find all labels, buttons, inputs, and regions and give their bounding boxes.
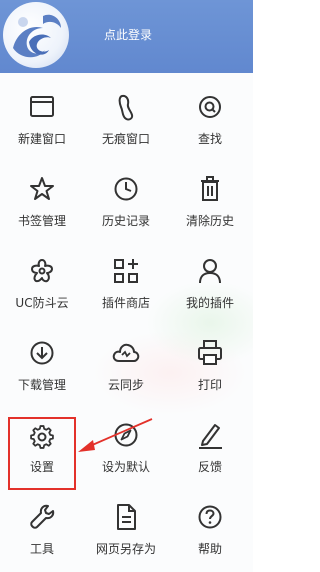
menu-item-label: 我的插件 — [185, 296, 234, 310]
menu-item-help[interactable]: 帮助 — [170, 487, 250, 567]
menu-item-label: 反馈 — [197, 460, 222, 474]
clock-icon — [110, 173, 142, 205]
uc-logo-icon — [13, 14, 61, 58]
window-icon — [26, 91, 58, 123]
browser-menu: 新建窗口 无痕窗口 查找 书签管理 历史记录 清除历史 UC防斗云 插件商店 我… — [0, 73, 253, 572]
menu-item-print[interactable]: 打印 — [170, 323, 250, 403]
search-icon — [194, 91, 226, 123]
menu-item-label: 设为默认 — [101, 460, 150, 474]
menu-item-label: 历史记录 — [101, 214, 150, 228]
avatar[interactable] — [3, 2, 69, 68]
menu-item-incognito-window[interactable]: 无痕窗口 — [86, 77, 166, 157]
menu-item-label: 云同步 — [107, 378, 144, 392]
menu-item-new-window[interactable]: 新建窗口 — [2, 77, 82, 157]
menu-item-history[interactable]: 历史记录 — [86, 159, 166, 239]
menu-item-label: 网页另存为 — [95, 542, 156, 556]
menu-item-set-default[interactable]: 设为默认 — [86, 405, 166, 485]
menu-item-clear-history[interactable]: 清除历史 — [170, 159, 250, 239]
menu-item-label: UC防斗云 — [15, 296, 69, 310]
user-icon — [194, 255, 226, 287]
grid-plus-icon — [110, 255, 142, 287]
menu-item-label: 插件商店 — [101, 296, 150, 310]
menu-item-label: 下载管理 — [17, 378, 66, 392]
menu-item-label: 清除历史 — [185, 214, 234, 228]
star-icon — [26, 173, 58, 205]
login-link[interactable]: 点此登录 — [88, 27, 168, 43]
footprint-icon — [110, 91, 142, 123]
download-icon — [26, 337, 58, 369]
menu-item-tools[interactable]: 工具 — [2, 487, 82, 567]
pen-icon — [194, 419, 226, 451]
highlight-box — [8, 417, 76, 490]
menu-item-my-plugins[interactable]: 我的插件 — [170, 241, 250, 321]
menu-item-label: 工具 — [29, 542, 54, 556]
menu-item-downloads[interactable]: 下载管理 — [2, 323, 82, 403]
cloud-sync-icon — [110, 337, 142, 369]
menu-item-uc-cloud[interactable]: UC防斗云 — [2, 241, 82, 321]
compass-icon — [110, 419, 142, 451]
menu-item-save-page-as[interactable]: 网页另存为 — [86, 487, 166, 567]
help-icon — [194, 501, 226, 533]
printer-icon — [194, 337, 226, 369]
flower-icon — [26, 255, 58, 287]
document-icon — [110, 501, 142, 533]
wrench-icon — [26, 501, 58, 533]
menu-item-bookmarks[interactable]: 书签管理 — [2, 159, 82, 239]
menu-item-label: 帮助 — [197, 542, 222, 556]
menu-item-label: 打印 — [197, 378, 222, 392]
menu-item-label: 新建窗口 — [17, 132, 66, 146]
menu-header: 点此登录 — [0, 0, 253, 73]
menu-item-feedback[interactable]: 反馈 — [170, 405, 250, 485]
menu-item-cloud-sync[interactable]: 云同步 — [86, 323, 166, 403]
menu-item-find[interactable]: 查找 — [170, 77, 250, 157]
menu-item-plugin-store[interactable]: 插件商店 — [86, 241, 166, 321]
menu-item-label: 书签管理 — [17, 214, 66, 228]
menu-item-label: 无痕窗口 — [101, 132, 150, 146]
trash-icon — [194, 173, 226, 205]
menu-item-label: 查找 — [197, 132, 222, 146]
